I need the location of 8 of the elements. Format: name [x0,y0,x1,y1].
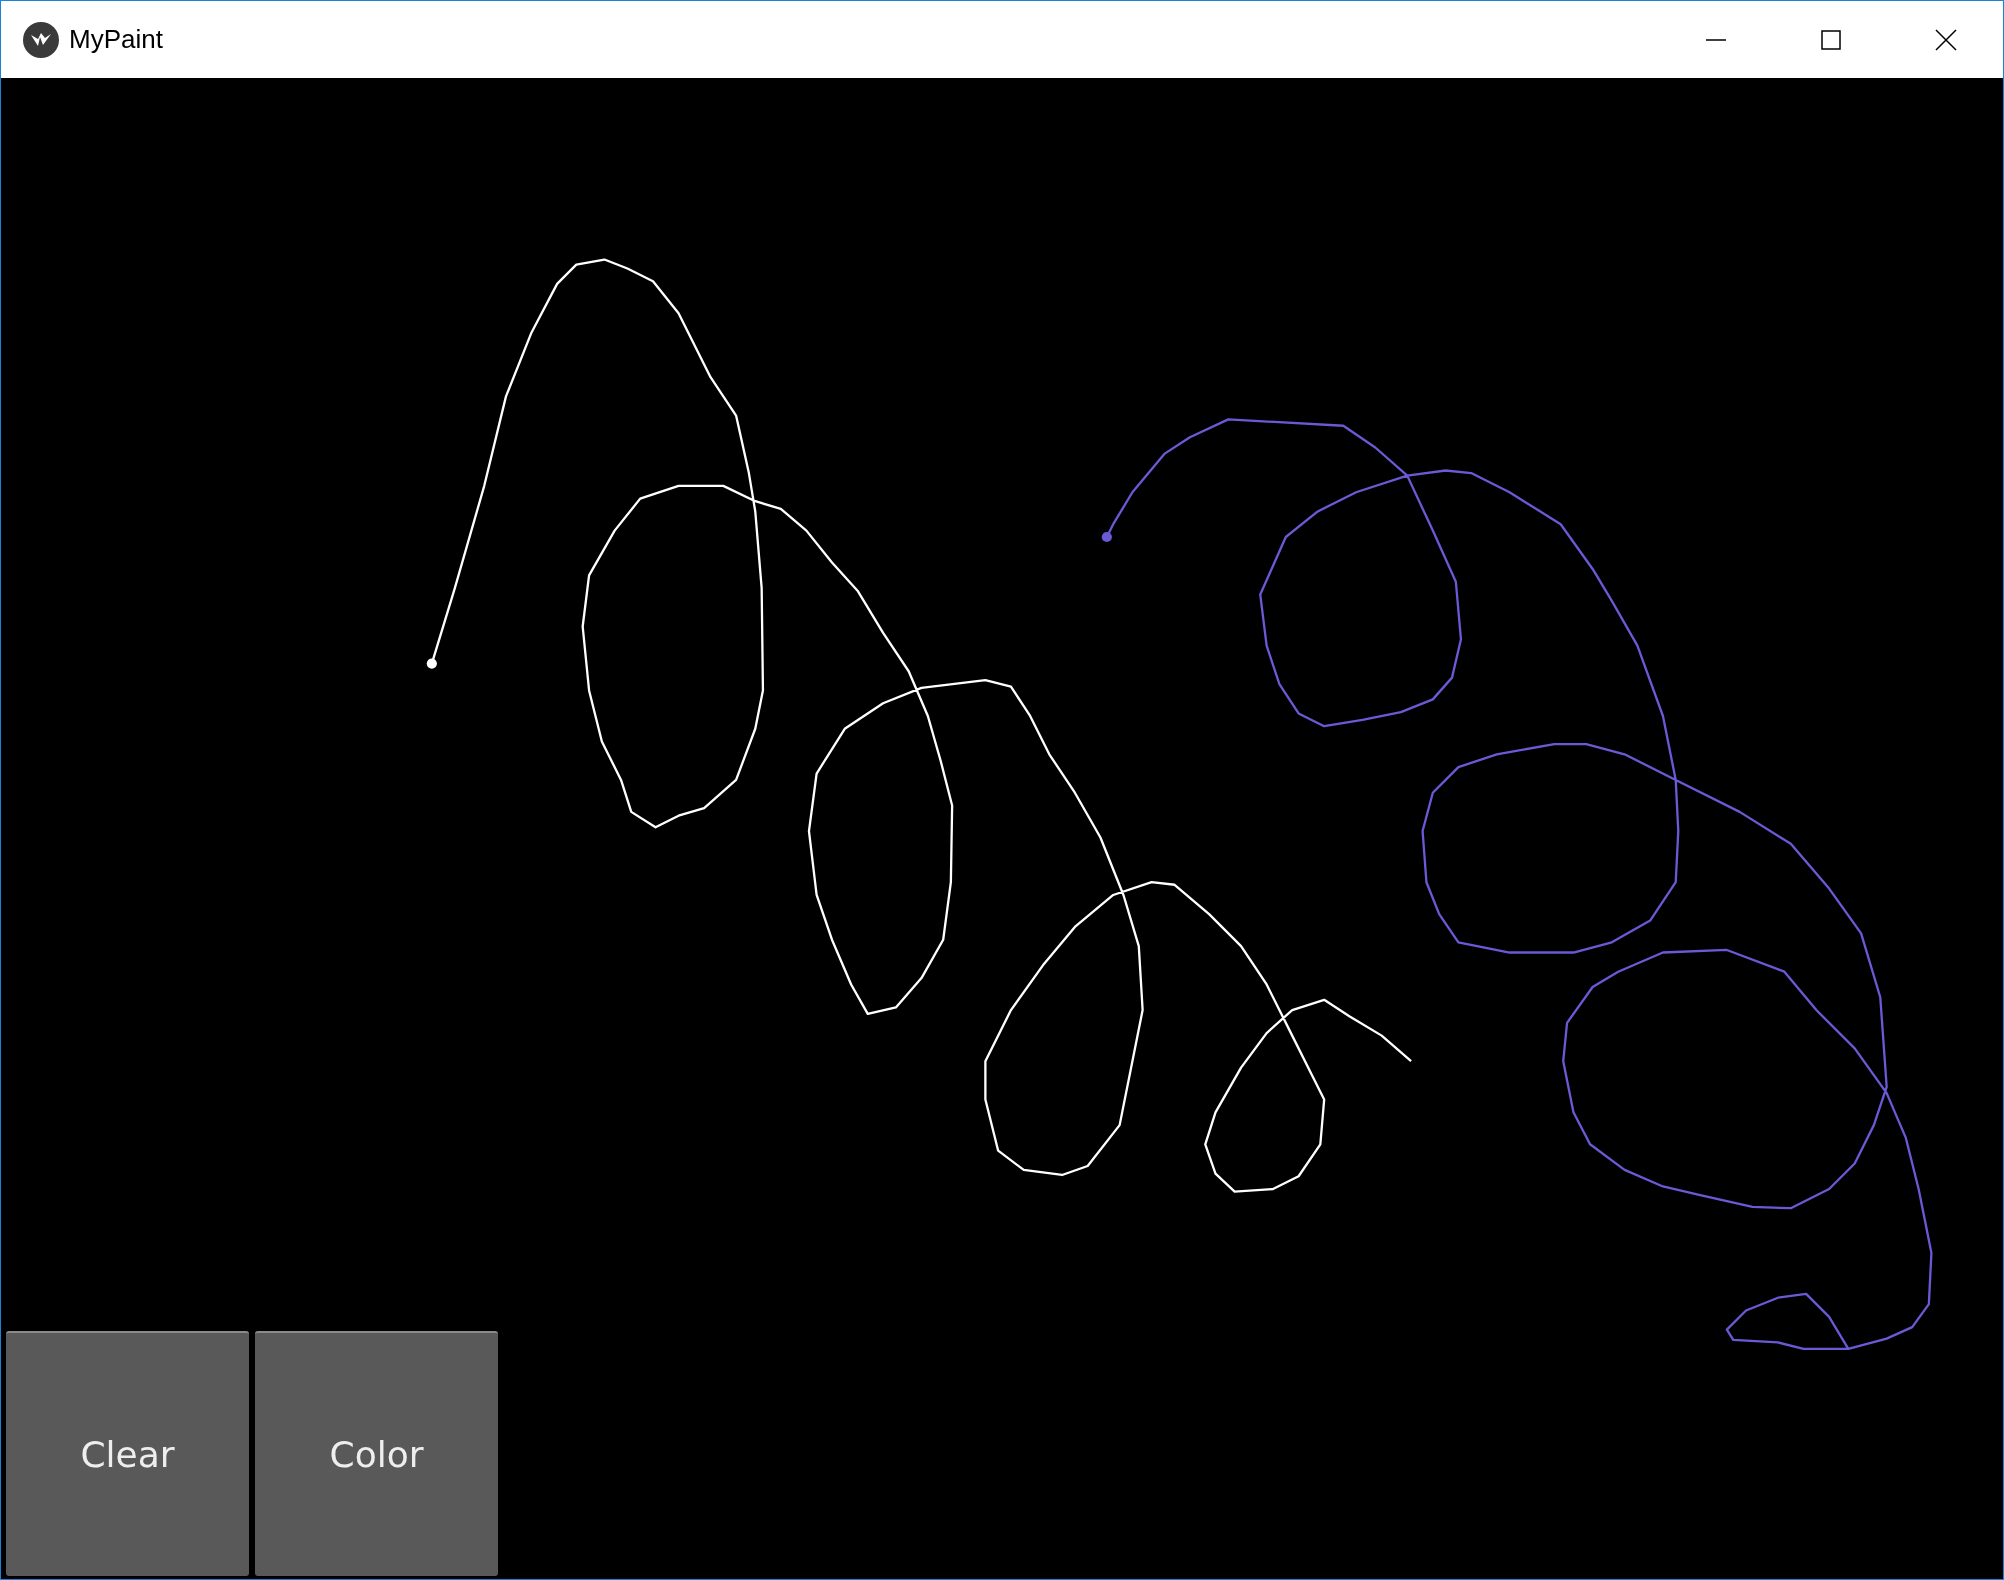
close-icon [1934,28,1957,51]
drawing-canvas[interactable]: Clear Color [1,78,2003,1579]
minimize-icon [1705,38,1726,41]
app-logo-icon [23,21,59,58]
clear-button[interactable]: Clear [6,1331,249,1576]
maximize-icon [1820,29,1841,50]
window-title: MyPaint [69,24,163,55]
color-button[interactable]: Color [255,1331,498,1576]
